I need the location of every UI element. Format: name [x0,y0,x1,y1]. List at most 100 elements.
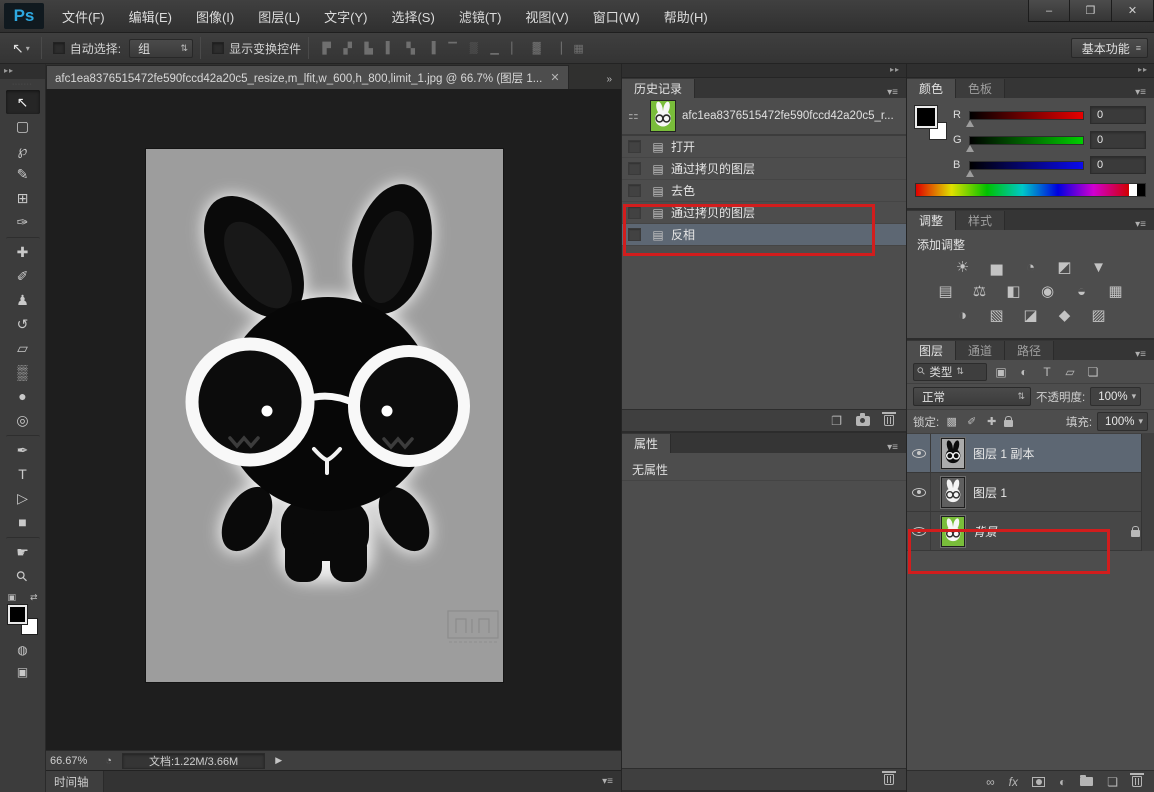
history-state-row[interactable]: ▤ 去色 [622,180,906,202]
menu-item[interactable]: 滤镜(T) [447,0,514,33]
menu-item[interactable]: 帮助(H) [652,0,720,33]
layer-filter-type-dropdown[interactable]: ⚲ 类型 ⇅ [913,363,987,381]
history-snapshot-row[interactable]: ⚏ afc1ea8376515472fe590fccd42a20c5_r... [622,98,906,136]
menu-item[interactable]: 文字(Y) [312,0,379,33]
tool-button[interactable]: T [6,462,40,486]
layer-filter-icon[interactable]: ▱ [1061,365,1079,379]
tool-button[interactable]: ⚲ [6,564,40,588]
history-source-checkbox[interactable] [628,206,641,219]
align-icon[interactable]: ▙ [358,38,379,58]
adjustments-panel-menu-icon[interactable]: ▾≡ [1135,219,1154,230]
tool-button[interactable]: ↖ [6,90,40,114]
tool-button[interactable]: ✒ [6,435,40,462]
tool-button[interactable]: ♟ [6,288,40,312]
swap-colors-icon[interactable]: ⇄ [30,592,38,603]
color-panel-menu-icon[interactable]: ▾≡ [1135,87,1154,98]
adjustment-icon[interactable]: ◑ [951,306,975,324]
tool-button[interactable]: ℘ [6,138,40,162]
layer-visibility-cell[interactable] [907,473,931,511]
layer-row[interactable]: 图层 1 副本 [907,434,1154,473]
document-size-field[interactable]: 文档:1.22M/3.66M [122,753,265,769]
spectrum-black-swatch[interactable] [1137,184,1145,196]
layer-thumbnail[interactable] [941,516,965,547]
tool-button[interactable]: ☛ [6,537,40,564]
adjustment-icon[interactable]: ◒ [1070,282,1094,300]
delete-state-icon[interactable] [884,415,894,426]
status-popup-arrow-icon[interactable]: ▶ [265,755,292,766]
tool-button[interactable]: ✐ [6,264,40,288]
channel-slider[interactable] [969,161,1084,170]
window-control-button[interactable]: ✕ [1112,0,1154,22]
window-control-button[interactable]: – [1028,0,1070,22]
adjustment-icon[interactable]: ◩ [1053,258,1077,276]
align-icon[interactable]: ▒ [463,38,484,58]
history-state-row[interactable]: ▤ 通过拷贝的图层 [622,202,906,224]
channel-slider[interactable] [969,136,1084,145]
adjustment-icon[interactable]: ◔ [1019,258,1043,276]
layer-row[interactable]: 图层 1 [907,473,1154,512]
default-colors-icon[interactable]: ▣ [8,592,17,603]
properties-panel-menu-icon[interactable]: ▾≡ [887,442,906,453]
layer-thumbnail[interactable] [941,477,965,508]
adjustment-icon[interactable]: ▤ [934,282,958,300]
workspace-switcher[interactable]: 基本功能 ≡ [1071,38,1148,58]
adjustment-icon[interactable]: ▨ [1087,306,1111,324]
zoom-level[interactable]: 66.67% [46,755,95,767]
eye-icon[interactable] [912,488,926,497]
adjustment-icon[interactable]: ▼ [1087,258,1111,276]
eye-icon[interactable] [912,527,926,536]
auto-select-dropdown[interactable]: 组 ⇅ [129,39,193,58]
new-group-icon[interactable] [1080,777,1093,786]
tab-styles[interactable]: 样式 [956,211,1005,230]
adjustment-icon[interactable]: ⚖ [968,282,992,300]
collapse-panels-icon[interactable]: ▸▸ [907,64,1154,78]
toolbar-collapse-button[interactable]: ▸▸ [0,64,45,79]
quick-mask-button[interactable]: ◍ [6,639,40,661]
delete-layer-icon[interactable] [1132,776,1142,787]
layer-visibility-cell[interactable] [907,512,931,550]
tool-button[interactable]: ◎ [6,408,40,432]
align-icon[interactable]: ▦ [568,38,589,58]
opacity-field[interactable]: 100% ▾ [1090,387,1141,406]
tool-button[interactable]: ▷ [6,486,40,510]
tab-history[interactable]: 历史记录 [622,79,695,98]
tab-color[interactable]: 颜色 [907,79,956,98]
new-document-from-state-icon[interactable]: ❐ [831,414,842,428]
delete-icon[interactable] [884,774,894,785]
channel-slider-thumb[interactable] [966,170,974,177]
channel-value-field[interactable]: 0 [1090,156,1146,174]
menu-item[interactable]: 视图(V) [513,0,580,33]
tool-button[interactable]: ▢ [6,114,40,138]
menu-item[interactable]: 图像(I) [184,0,246,33]
menu-item[interactable]: 编辑(E) [117,0,184,33]
tool-button[interactable]: ▱ [6,336,40,360]
screen-mode-button[interactable]: ▣ [6,661,40,683]
layer-thumbnail[interactable] [941,438,965,469]
menu-item[interactable]: 选择(S) [379,0,446,33]
tab-overflow-icon[interactable]: » [606,74,621,89]
layer-style-icon[interactable]: fx [1009,775,1018,789]
lock-all-icon[interactable] [1004,420,1013,427]
history-source-checkbox[interactable] [628,228,641,241]
history-source-checkbox[interactable] [628,140,641,153]
foreground-color-swatch[interactable] [915,106,937,128]
layer-filter-icon[interactable]: ▣ [992,365,1010,379]
channel-slider-thumb[interactable] [966,145,974,152]
new-snapshot-icon[interactable] [856,416,870,426]
tool-button[interactable]: ● [6,384,40,408]
toolbar-grip[interactable]: ∙∙∙∙∙∙∙ [12,81,33,88]
history-source-checkbox[interactable] [628,162,641,175]
align-icon[interactable]: ▐ [421,38,442,58]
align-icon[interactable]: ▓ [526,38,547,58]
tool-button[interactable]: ✎ [6,162,40,186]
tab-layers[interactable]: 图层 [907,341,956,360]
tab-channels[interactable]: 通道 [956,341,1005,360]
tool-button[interactable]: ✑ [6,210,40,234]
spectrum-gradient[interactable] [916,184,1129,196]
lock-transparent-pixels-icon[interactable]: ▩ [944,415,959,428]
add-mask-icon[interactable] [1032,777,1045,787]
timeline-tab[interactable]: 时间轴 [46,771,104,792]
layer-row[interactable]: 背景 [907,512,1154,551]
adjustment-icon[interactable]: ▅ [985,258,1009,276]
menu-item[interactable]: 窗口(W) [581,0,652,33]
